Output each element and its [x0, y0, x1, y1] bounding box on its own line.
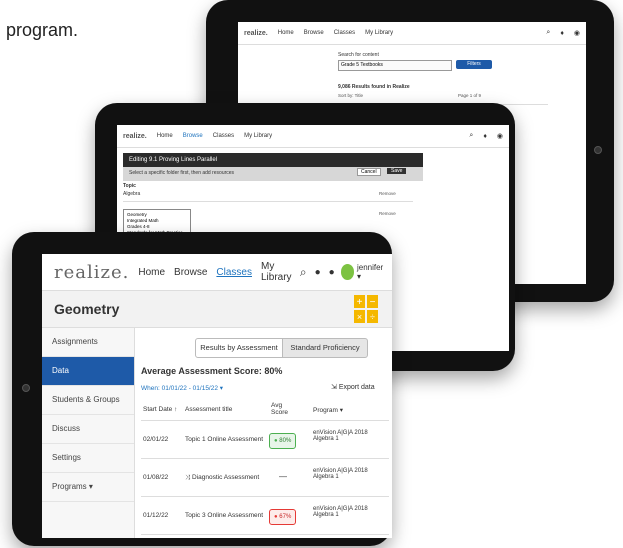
average-score: Average Assessment Score: 80%	[141, 366, 283, 376]
back-nav-home[interactable]: Home	[278, 30, 294, 36]
avatar[interactable]: ◉	[497, 132, 503, 140]
column-header: Avg Score	[271, 402, 288, 416]
table-row[interactable]: 01/08/22 ⤨ Diagnostic Assessment — enVis…	[141, 460, 389, 497]
avatar[interactable]: ◉	[574, 29, 580, 37]
search-icon[interactable]: ⌕	[300, 265, 307, 280]
date-filter[interactable]: When: 01/01/22 - 01/15/22 ▾	[141, 384, 223, 392]
nav-library[interactable]: My Library	[261, 261, 300, 283]
nav-browse[interactable]: Browse	[174, 267, 207, 278]
table-row[interactable]: 01/12/22 Topic 3 Online Assessment ● 67%…	[141, 498, 389, 535]
row-date: 01/08/22	[143, 474, 169, 481]
cancel-button[interactable]: Cancel	[357, 168, 381, 176]
row-title[interactable]: ⤨ Diagnostic Assessment	[185, 474, 259, 482]
modal-title-bar: Editing 9.1 Proving Lines Parallel	[123, 153, 423, 167]
sidebar-item-students[interactable]: Students & Groups	[42, 386, 134, 415]
row-date: 02/01/22	[143, 436, 169, 443]
field-label: Topic	[123, 183, 136, 189]
back-search-input[interactable]: Grade 5 Textbooks	[338, 60, 452, 71]
back-page-label: Page 1 of 9	[458, 93, 482, 98]
sidebar-item-discuss[interactable]: Discuss	[42, 415, 134, 444]
back-nav-classes[interactable]: Classes	[334, 30, 355, 36]
row-program: enVision A|G|A 2018 Algebra 1	[313, 506, 368, 518]
row-title[interactable]: Topic 1 Online Assessment	[185, 436, 263, 443]
svg-text:−: −	[370, 297, 376, 308]
row-title-text: Diagnostic Assessment	[192, 474, 260, 481]
svg-text:×: ×	[357, 312, 362, 322]
column-header[interactable]: Start Date ↑	[143, 406, 177, 413]
nav-classes[interactable]: Classes	[216, 267, 252, 278]
score-badge: ● 67%	[269, 509, 297, 525]
bell-icon[interactable]: ♦	[483, 133, 487, 140]
caption-text: program.	[6, 20, 79, 40]
svg-text:÷: ÷	[370, 312, 375, 322]
back-nav-bar: realize. Home Browse Classes My Library …	[238, 22, 586, 45]
search-icon[interactable]: ⌕	[546, 29, 550, 37]
class-math-icon: + − × ÷	[354, 295, 378, 323]
front-screen: realize. Home Browse Classes My Library …	[42, 254, 392, 538]
search-icon[interactable]: ⌕	[469, 132, 473, 140]
notification-icon[interactable]: ●	[315, 267, 321, 278]
back-sort-label[interactable]: Sort by: Title	[338, 93, 363, 98]
tab-standard-proficiency[interactable]: Standard Proficiency	[282, 338, 368, 358]
back-nav-browse[interactable]: Browse	[304, 30, 324, 36]
field-value: Algebra	[123, 191, 141, 197]
svg-text:+: +	[357, 297, 363, 308]
camera-icon	[22, 384, 30, 392]
user-name: jennifer	[356, 263, 384, 272]
row-date: 01/12/22	[143, 512, 169, 519]
export-icon: ⇲	[331, 384, 337, 391]
main-panel: Results by Assessment Standard Proficien…	[135, 328, 392, 538]
camera-icon	[594, 146, 602, 154]
mid-nav-browse[interactable]: Browse	[183, 133, 203, 139]
row-title[interactable]: Topic 3 Online Assessment	[185, 512, 263, 519]
back-nav-library[interactable]: My Library	[365, 30, 393, 36]
back-results-label: 9,086 Results found in Realize	[338, 84, 410, 90]
sidebar-item-assignments[interactable]: Assignments	[42, 328, 134, 357]
shuffle-icon: ⤨	[185, 474, 191, 481]
row-score: 80%	[279, 438, 292, 444]
row-program: enVision A|G|A 2018 Algebra 1	[313, 468, 368, 480]
modal-title: Editing 9.1 Proving Lines Parallel	[129, 157, 218, 163]
settings-icon[interactable]: ●	[329, 267, 335, 278]
sidebar-item-data[interactable]: Data	[42, 357, 134, 386]
bell-icon[interactable]: ♦	[560, 30, 564, 37]
row-score: —	[279, 472, 287, 481]
remove-button[interactable]: Remove	[379, 211, 396, 216]
table-row[interactable]: 02/01/22 Topic 1 Online Assessment ● 80%…	[141, 422, 389, 459]
class-title: Geometry	[54, 301, 120, 317]
mid-nav-home[interactable]: Home	[157, 133, 173, 139]
divider	[123, 201, 413, 202]
avatar[interactable]	[340, 264, 354, 280]
tablet-front: realize. Home Browse Classes My Library …	[12, 232, 392, 546]
score-badge: ● 80%	[269, 433, 297, 449]
class-title-bar: Geometry + − × ÷	[42, 291, 392, 328]
filters-button[interactable]: Filters	[456, 60, 492, 69]
nav-home[interactable]: Home	[138, 267, 165, 278]
column-header: Assessment title	[185, 406, 233, 413]
row-program: enVision A|G|A 2018 Algebra 1	[313, 430, 368, 442]
front-logo: realize.	[54, 261, 130, 283]
tab-results-by-assessment[interactable]: Results by Assessment	[195, 338, 283, 358]
mid-nav-bar: realize. Home Browse Classes My Library …	[117, 125, 509, 148]
back-logo: realize.	[244, 29, 268, 37]
back-search-label: Search for content	[338, 52, 379, 58]
save-button[interactable]: Save	[387, 168, 407, 174]
mid-nav-classes[interactable]: Classes	[213, 133, 234, 139]
column-header[interactable]: Program ▾	[313, 406, 343, 414]
mid-logo: realize.	[123, 132, 147, 140]
user-menu[interactable]: jennifer ▾	[357, 263, 384, 281]
sidebar: Assignments Data Students & Groups Discu…	[42, 328, 135, 538]
sidebar-item-settings[interactable]: Settings	[42, 444, 134, 473]
remove-button[interactable]: Remove	[379, 191, 396, 196]
export-label: Export data	[338, 384, 375, 391]
row-score: 67%	[279, 514, 292, 520]
mid-nav-library[interactable]: My Library	[244, 133, 272, 139]
export-button[interactable]: ⇲ Export data	[331, 383, 375, 391]
sidebar-item-programs[interactable]: Programs ▾	[42, 473, 134, 502]
table-header: Start Date ↑ Assessment title Avg Score …	[141, 400, 389, 421]
modal-note: Select a specific folder first, then add…	[129, 170, 235, 176]
front-nav-bar: realize. Home Browse Classes My Library …	[42, 254, 392, 291]
